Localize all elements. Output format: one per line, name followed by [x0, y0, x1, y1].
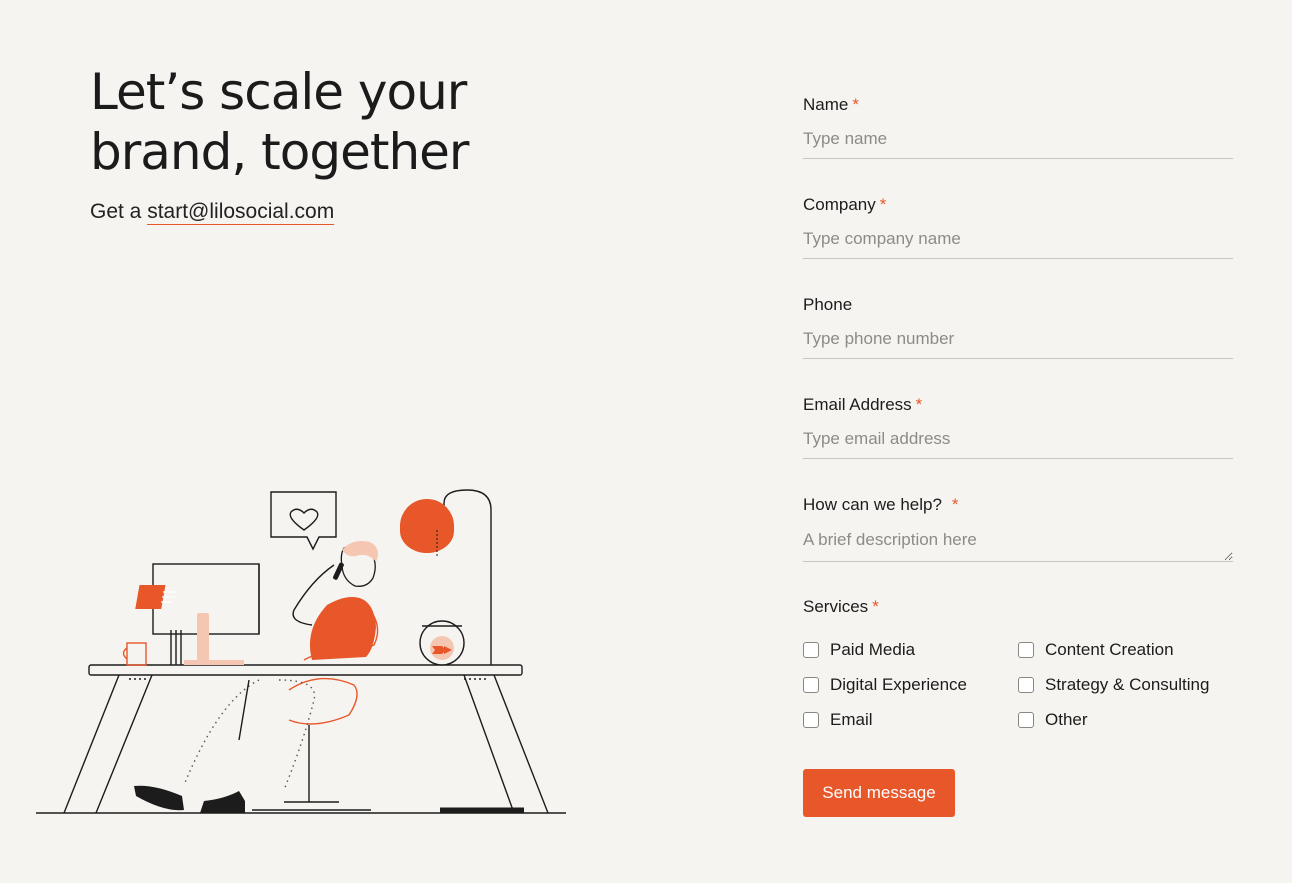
shoe-right: [200, 791, 245, 813]
service-content-creation[interactable]: Content Creation: [1018, 639, 1233, 661]
email-input[interactable]: [803, 429, 1233, 459]
checkbox[interactable]: [1018, 677, 1034, 693]
help-label: How can we help? *: [803, 494, 1233, 516]
required-mark: *: [915, 395, 923, 414]
service-paid-media[interactable]: Paid Media: [803, 639, 1018, 661]
phone-label: Phone: [803, 294, 1233, 316]
phone-input[interactable]: [803, 329, 1233, 359]
required-mark: *: [872, 597, 879, 616]
email-label: Email Address *: [803, 394, 1233, 416]
name-field: Name *: [803, 94, 1233, 194]
service-email[interactable]: Email: [803, 709, 1018, 731]
phone-field: Phone: [803, 294, 1233, 394]
page-title: Let’s scale your brand, together: [90, 63, 469, 181]
required-mark: *: [879, 195, 887, 214]
help-field: How can we help? *: [803, 494, 1233, 594]
checkbox[interactable]: [803, 677, 819, 693]
services-label-text: Services: [803, 597, 869, 616]
help-textarea[interactable]: [803, 530, 1233, 562]
shoe-left: [134, 785, 184, 811]
office-illustration: [36, 489, 566, 814]
contact-prefix: Get a: [90, 200, 148, 223]
service-digital-experience[interactable]: Digital Experience: [803, 674, 1018, 696]
phone-label-text: Phone: [803, 295, 853, 314]
email-link[interactable]: start@lilosocial.com: [147, 200, 335, 225]
hero: Let’s scale your brand, together Get a s…: [90, 62, 690, 225]
name-label-text: Name: [803, 95, 849, 114]
checkbox[interactable]: [1018, 712, 1034, 728]
send-message-button[interactable]: Send message: [803, 769, 955, 817]
services-group: Paid Media Content Creation Digital Expe…: [803, 639, 1233, 731]
lamp-shade: [400, 499, 454, 553]
email-field: Email Address *: [803, 394, 1233, 494]
help-label-text: How can we help?: [803, 495, 942, 514]
company-field: Company *: [803, 194, 1233, 294]
company-label: Company *: [803, 194, 1233, 216]
checkbox[interactable]: [803, 712, 819, 728]
speech-bubble: [270, 491, 337, 551]
service-label: Digital Experience: [830, 675, 968, 694]
services-label: Services *: [803, 596, 1233, 618]
service-label: Content Creation: [1045, 640, 1174, 659]
service-label: Other: [1045, 710, 1088, 729]
service-other[interactable]: Other: [1018, 709, 1233, 731]
checkbox[interactable]: [803, 642, 819, 658]
contact-form: Name* Company* Phone Email Address* How …: [803, 94, 1233, 817]
chair: [288, 677, 358, 725]
service-strategy-consulting[interactable]: Strategy & Consulting: [1018, 674, 1233, 696]
name-input[interactable]: [803, 129, 1233, 159]
name-label: Name *: [803, 94, 1233, 116]
heart-icon: [289, 508, 319, 531]
service-label: Email: [830, 710, 873, 729]
desk: [88, 664, 523, 676]
service-label: Paid Media: [830, 640, 916, 659]
required-mark: *: [951, 495, 959, 514]
person-shirt: [309, 597, 376, 660]
required-mark: *: [852, 95, 859, 114]
mug: [126, 642, 147, 666]
company-label-text: Company: [803, 195, 876, 214]
company-input[interactable]: [803, 229, 1233, 259]
contact-line: Get a start@lilosocial.com: [90, 200, 690, 225]
email-label-text: Email Address: [803, 395, 912, 414]
service-label: Strategy & Consulting: [1045, 675, 1210, 694]
checkbox[interactable]: [1018, 642, 1034, 658]
